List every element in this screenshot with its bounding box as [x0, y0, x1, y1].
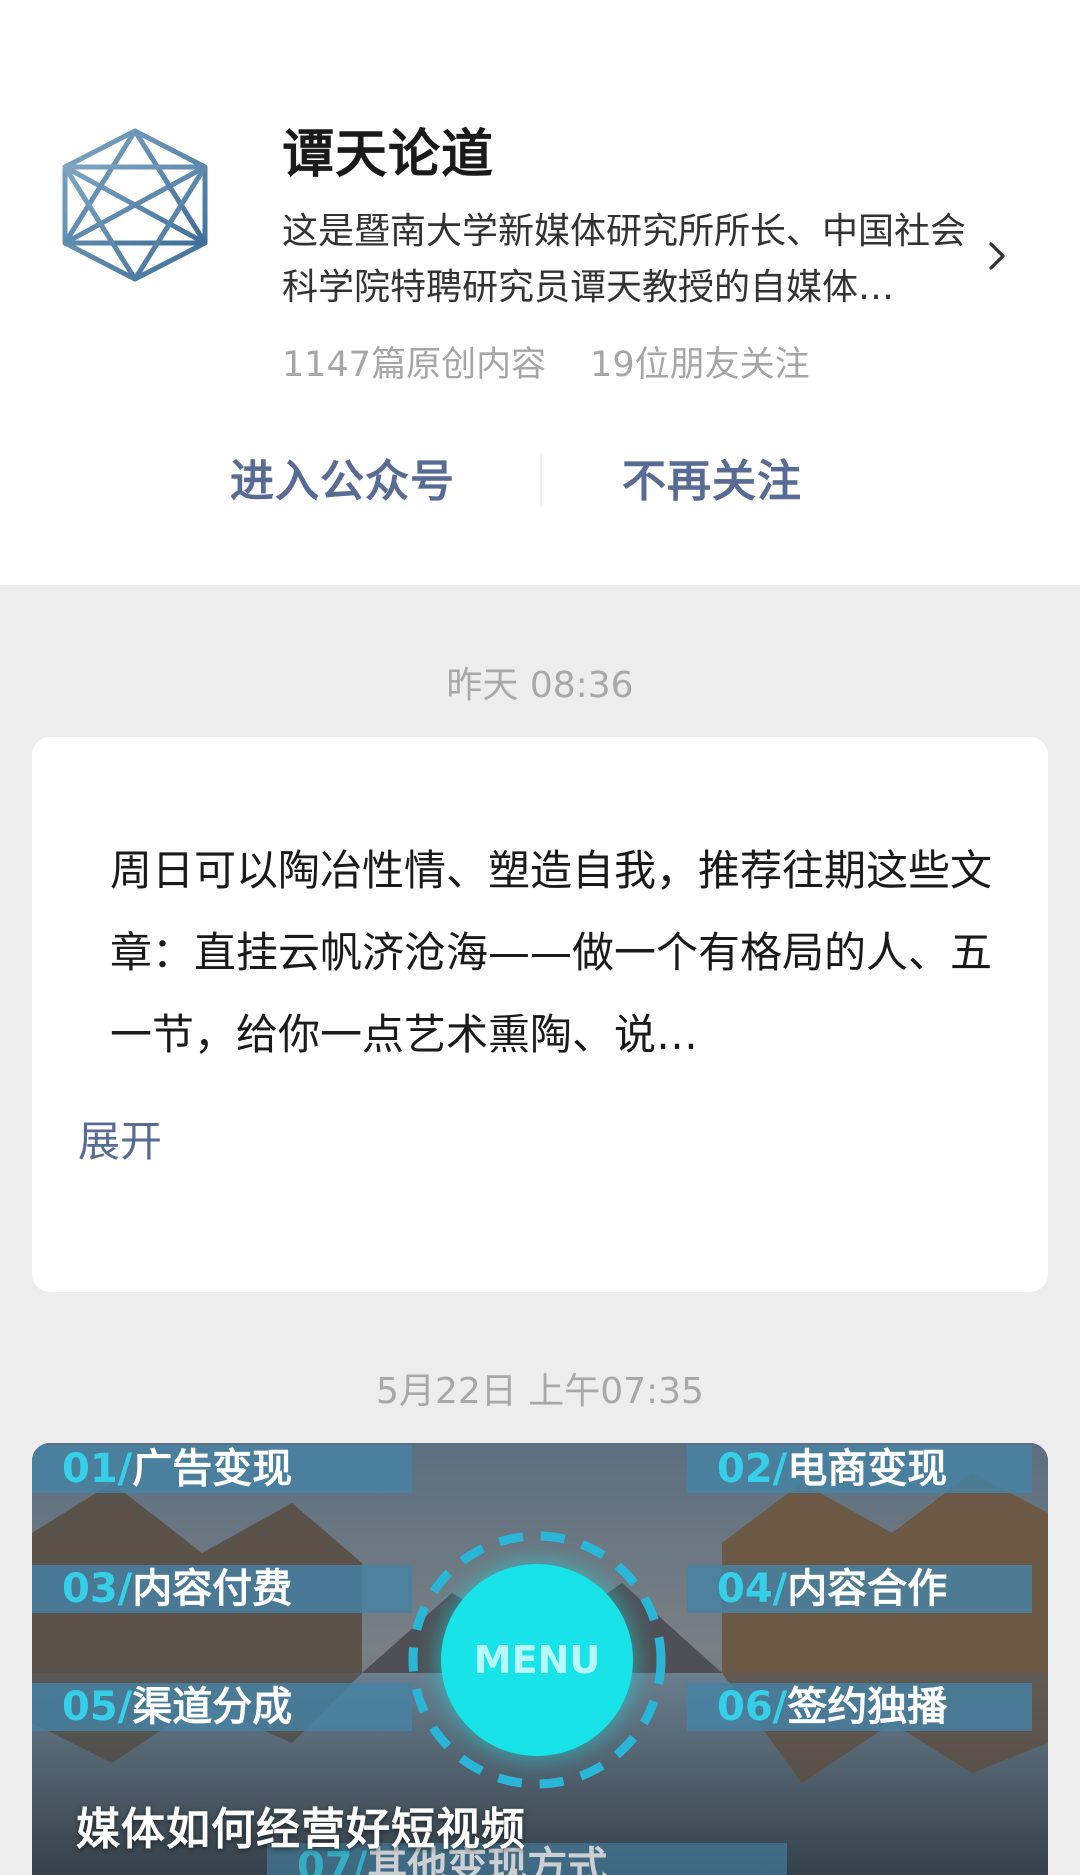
menu-tag: 05/渠道分成: [32, 1683, 412, 1731]
account-avatar[interactable]: [50, 125, 220, 285]
unfollow-button[interactable]: 不再关注: [622, 445, 802, 509]
chevron-right-icon[interactable]: [982, 238, 1012, 274]
menu-tag: 01/广告变现: [32, 1445, 412, 1493]
article-title[interactable]: 媒体如何经营好短视频: [76, 1793, 526, 1857]
account-name: 谭天论道: [282, 125, 495, 185]
menu-tag: 03/内容付费: [32, 1565, 412, 1613]
menu-tag: 02/电商变现: [687, 1445, 1032, 1493]
article-card[interactable]: 01/广告变现 02/电商变现 03/内容付费 04/内容合作 05/渠道分成 …: [32, 1443, 1048, 1875]
hexagon-network-logo-icon: [62, 128, 208, 282]
expand-link[interactable]: 展开: [78, 1108, 162, 1169]
feed-timestamp: 昨天 08:36: [446, 665, 634, 706]
message-text: 周日可以陶冶性情、塑造自我，推荐往期这些文章：直挂云帆济沧海——做一个有格局的人…: [110, 846, 993, 1059]
menu-tag: 04/内容合作: [687, 1565, 1032, 1613]
menu-circle: MENU: [441, 1564, 633, 1756]
account-profile-card[interactable]: 谭天论道 这是暨南大学新媒体研究所所长、中国社会科学院特聘研究员谭天教授的自媒体…: [0, 0, 1080, 585]
menu-tag: 06/签约独播: [687, 1683, 1032, 1731]
enter-account-button[interactable]: 进入公众号: [230, 445, 455, 509]
account-stats: 1147篇原创内容 19位朋友关注: [282, 336, 810, 387]
text-message-card[interactable]: 周日可以陶冶性情、塑造自我，推荐往期这些文章：直挂云帆济沧海——做一个有格局的人…: [32, 737, 1048, 1292]
feed-timestamp: 5月22日 上午07:35: [376, 1371, 704, 1412]
friends-following-count: 19位朋友关注: [590, 345, 810, 385]
subscription-profile-page: 谭天论道 这是暨南大学新媒体研究所所长、中国社会科学院特聘研究员谭天教授的自媒体…: [0, 0, 1080, 1875]
account-description: 这是暨南大学新媒体研究所所长、中国社会科学院特聘研究员谭天教授的自媒体…: [282, 211, 967, 308]
profile-actions: 进入公众号 不再关注: [0, 445, 1080, 515]
action-divider: [540, 455, 542, 505]
original-count: 1147篇原创内容: [282, 345, 547, 385]
